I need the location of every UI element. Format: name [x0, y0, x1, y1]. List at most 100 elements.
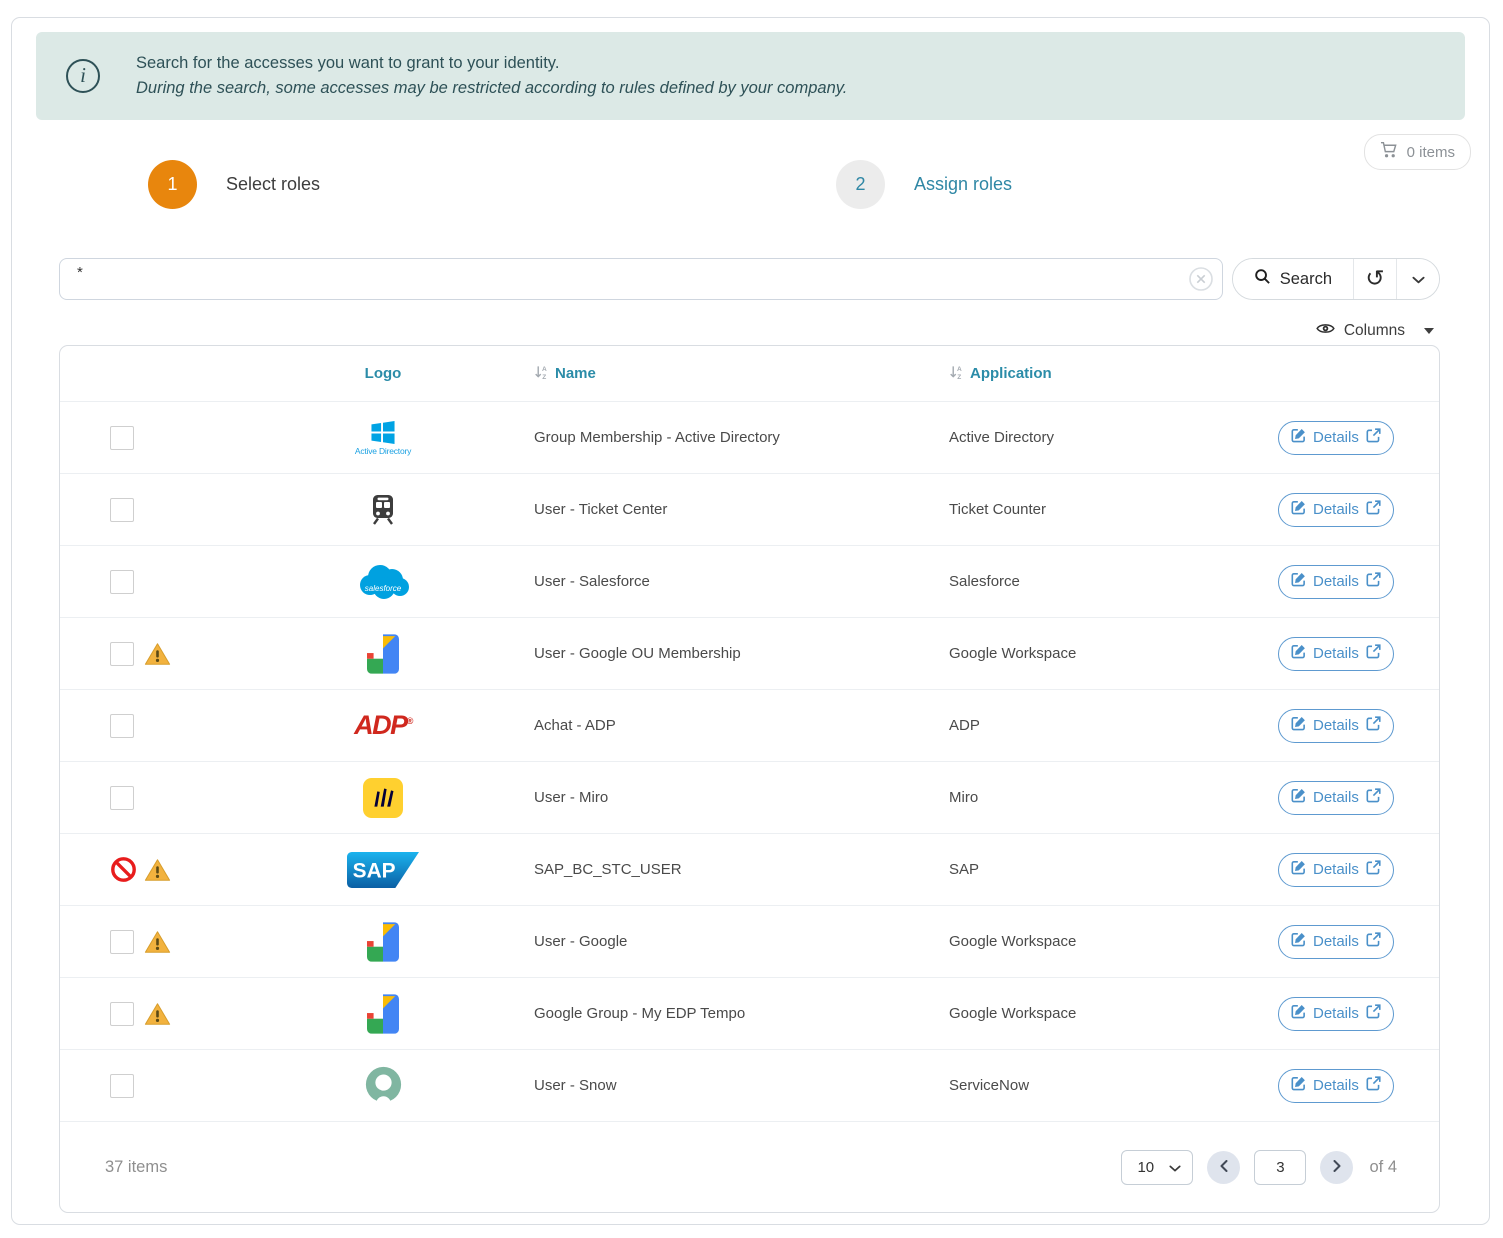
- page-total: of 4: [1369, 1158, 1397, 1177]
- details-button[interactable]: Details: [1278, 1069, 1394, 1103]
- info-icon: i: [66, 59, 100, 93]
- application-name: Google Workspace: [949, 933, 1278, 950]
- roles-table: Logo AZ Name AZ Application Active Direc…: [59, 345, 1440, 1213]
- page-size-select[interactable]: 10: [1121, 1150, 1193, 1185]
- table-row: Google Group - My EDP Tempo Google Works…: [60, 977, 1439, 1049]
- role-name: SAP_BC_STC_USER: [534, 861, 949, 878]
- items-count: 37 items: [105, 1158, 167, 1177]
- google-workspace-logo: [367, 634, 399, 674]
- edit-icon: [1291, 572, 1306, 591]
- row-checkbox[interactable]: [110, 714, 134, 738]
- external-link-icon: [1366, 644, 1381, 663]
- row-checkbox[interactable]: [110, 570, 134, 594]
- role-name: User - Google: [534, 933, 949, 950]
- details-button[interactable]: Details: [1278, 493, 1394, 527]
- warning-icon: [144, 858, 171, 882]
- prev-page-button[interactable]: [1207, 1151, 1240, 1184]
- step-2-circle: 2: [836, 160, 885, 209]
- banner-line1: Search for the accesses you want to gran…: [136, 51, 847, 76]
- role-name: User - Google OU Membership: [534, 645, 949, 662]
- caret-down-icon: [1424, 328, 1434, 334]
- row-checkbox[interactable]: [110, 786, 134, 810]
- table-row: User - Google OU Membership Google Works…: [60, 617, 1439, 689]
- info-banner: i Search for the accesses you want to gr…: [36, 32, 1465, 120]
- edit-icon: [1291, 428, 1306, 447]
- row-checkbox[interactable]: [110, 1074, 134, 1098]
- servicenow-logo: [361, 1063, 406, 1108]
- table-body: Active Directory Group Membership - Acti…: [60, 401, 1439, 1121]
- details-button[interactable]: Details: [1278, 421, 1394, 455]
- eye-icon: [1316, 322, 1335, 340]
- application-name: ServiceNow: [949, 1077, 1278, 1094]
- table-row: User - Miro Miro Details: [60, 761, 1439, 833]
- external-link-icon: [1366, 1004, 1381, 1023]
- google-workspace-logo: [367, 922, 399, 962]
- edit-icon: [1291, 644, 1306, 663]
- banner-line2: During the search, some accesses may be …: [136, 76, 847, 101]
- edit-icon: [1291, 1004, 1306, 1023]
- forbidden-icon: [110, 856, 137, 883]
- chevron-down-icon: [1412, 272, 1425, 287]
- chevron-right-icon: [1333, 1160, 1341, 1175]
- details-button[interactable]: Details: [1278, 781, 1394, 815]
- table-row: User - Google Google Workspace Details: [60, 905, 1439, 977]
- step-assign-roles[interactable]: 2 Assign roles: [836, 160, 1012, 209]
- column-header-application[interactable]: AZ Application: [949, 364, 1278, 384]
- details-button[interactable]: Details: [1278, 565, 1394, 599]
- search-input[interactable]: [59, 258, 1223, 300]
- row-checkbox[interactable]: [110, 1002, 134, 1026]
- details-button[interactable]: Details: [1278, 637, 1394, 671]
- page-input[interactable]: [1254, 1150, 1306, 1185]
- pagination: 10 of 4: [1121, 1150, 1397, 1185]
- svg-text:Z: Z: [957, 374, 961, 380]
- external-link-icon: [1366, 716, 1381, 735]
- select-caret-icon: [1169, 1159, 1181, 1176]
- edit-icon: [1291, 716, 1306, 735]
- external-link-icon: [1366, 428, 1381, 447]
- banner-text: Search for the accesses you want to gran…: [136, 51, 847, 101]
- cart-button[interactable]: 0 items: [1364, 134, 1471, 170]
- details-button[interactable]: Details: [1278, 709, 1394, 743]
- edit-icon: [1291, 500, 1306, 519]
- reset-button[interactable]: ↺: [1353, 259, 1396, 299]
- svg-text:salesforce: salesforce: [365, 584, 402, 593]
- application-name: SAP: [949, 861, 1278, 878]
- column-header-name[interactable]: AZ Name: [534, 364, 949, 384]
- row-checkbox[interactable]: [110, 426, 134, 450]
- role-name: User - Ticket Center: [534, 501, 949, 518]
- step-2-label: Assign roles: [914, 174, 1012, 195]
- row-checkbox[interactable]: [110, 930, 134, 954]
- role-name: User - Snow: [534, 1077, 949, 1094]
- search-bar: Search ↺: [59, 258, 1440, 300]
- active-directory-caption: Active Directory: [355, 446, 411, 456]
- next-page-button[interactable]: [1320, 1151, 1353, 1184]
- external-link-icon: [1366, 572, 1381, 591]
- search-icon: [1254, 268, 1271, 290]
- external-link-icon: [1366, 1076, 1381, 1095]
- details-button[interactable]: Details: [1278, 925, 1394, 959]
- google-workspace-logo: [367, 994, 399, 1034]
- table-header-row: Logo AZ Name AZ Application: [60, 346, 1439, 401]
- table-row: ADP® Achat - ADP ADP Details: [60, 689, 1439, 761]
- external-link-icon: [1366, 860, 1381, 879]
- table-row: Active Directory Group Membership - Acti…: [60, 401, 1439, 473]
- application-name: Active Directory: [949, 429, 1278, 446]
- row-checkbox[interactable]: [110, 642, 134, 666]
- details-button[interactable]: Details: [1278, 997, 1394, 1031]
- role-name: Achat - ADP: [534, 717, 949, 734]
- row-checkbox[interactable]: [110, 498, 134, 522]
- warning-icon: [144, 930, 171, 954]
- table-row: salesforce User - Salesforce Salesforce …: [60, 545, 1439, 617]
- clear-search-icon[interactable]: [1188, 266, 1214, 292]
- step-1-label: Select roles: [226, 174, 320, 195]
- search-options-button[interactable]: [1396, 259, 1439, 299]
- columns-toggle[interactable]: Columns: [1316, 320, 1440, 342]
- table-row: User - Snow ServiceNow Details: [60, 1049, 1439, 1121]
- application-name: Ticket Counter: [949, 501, 1278, 518]
- details-button[interactable]: Details: [1278, 853, 1394, 887]
- cart-icon: [1380, 141, 1399, 163]
- search-button[interactable]: Search: [1233, 259, 1353, 299]
- application-name: Google Workspace: [949, 645, 1278, 662]
- svg-text:SAP: SAP: [353, 859, 396, 882]
- sort-icon: AZ: [949, 364, 964, 384]
